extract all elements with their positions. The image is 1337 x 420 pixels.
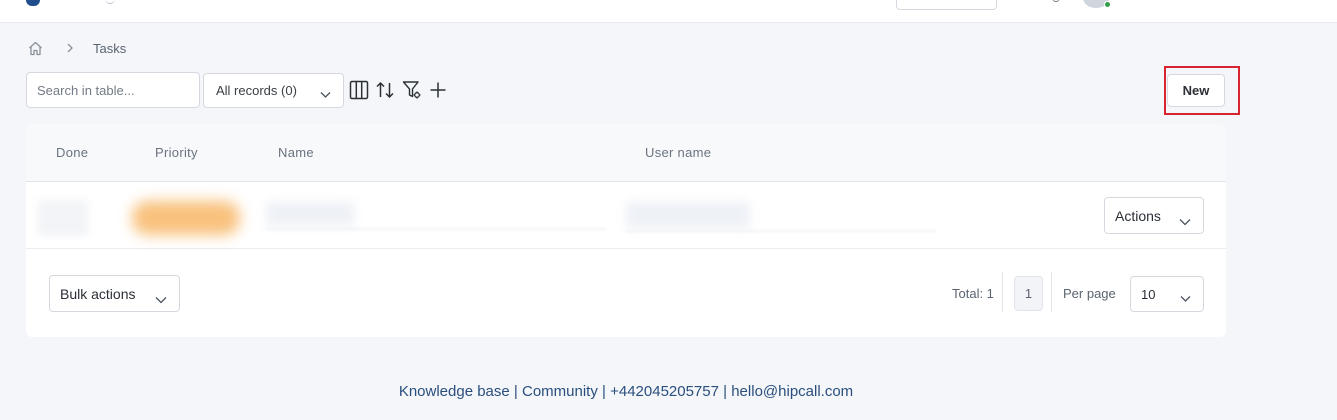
per-page-value: 10: [1141, 286, 1156, 302]
table-row[interactable]: Actions: [26, 182, 1226, 249]
chevron-down-icon: [1179, 213, 1191, 226]
chevron-down-icon: [155, 291, 167, 304]
app-logo[interactable]: [26, 0, 40, 6]
columns-icon[interactable]: [349, 80, 369, 100]
top-bar-button[interactable]: [896, 0, 997, 10]
table-footer: Bulk actions Total: 1 1 Per page 10: [26, 250, 1226, 337]
chevron-right-icon: [65, 42, 75, 54]
chevron-down-icon: [1180, 291, 1191, 302]
page-button-current[interactable]: 1: [1014, 276, 1043, 311]
top-bar-icon[interactable]: [1052, 0, 1060, 2]
column-header-user-name[interactable]: User name: [645, 145, 711, 160]
new-button[interactable]: New: [1167, 74, 1225, 107]
sort-icon[interactable]: [375, 80, 395, 100]
column-header-done[interactable]: Done: [56, 145, 88, 160]
divider: [1051, 272, 1052, 312]
top-bar: [0, 0, 1337, 23]
column-header-name[interactable]: Name: [278, 145, 314, 160]
chevron-down-icon: [320, 87, 331, 98]
per-page-select[interactable]: 10: [1130, 276, 1204, 312]
footer-separator: |: [602, 383, 606, 400]
logo-wordmark-fragment: [105, 0, 115, 4]
knowledge-base-link[interactable]: Knowledge base: [399, 383, 510, 400]
email-link[interactable]: hello@hipcall.com: [731, 383, 853, 400]
home-icon[interactable]: [27, 40, 44, 57]
community-link[interactable]: Community: [522, 383, 598, 400]
done-cell-redacted: [38, 200, 88, 236]
records-filter-value: All records (0): [216, 83, 297, 98]
records-filter-select[interactable]: All records (0): [203, 73, 344, 108]
add-column-icon[interactable]: [428, 80, 448, 100]
breadcrumb: Tasks: [27, 38, 126, 58]
name-cell-redacted-line: [266, 228, 606, 230]
breadcrumb-current: Tasks: [93, 40, 127, 56]
table-header: Done Priority Name User name: [26, 124, 1226, 182]
footer-separator: |: [513, 383, 518, 400]
name-cell-redacted: [266, 202, 354, 226]
priority-badge-redacted: [132, 201, 240, 235]
user-name-cell-redacted-line: [626, 230, 936, 232]
online-status-indicator: [1104, 1, 1111, 8]
row-actions-label: Actions: [1115, 207, 1161, 224]
column-header-priority[interactable]: Priority: [155, 145, 198, 160]
site-footer: Knowledge base | Community | +4420452057…: [0, 383, 1252, 400]
divider: [1002, 272, 1003, 312]
user-name-cell-redacted: [626, 202, 750, 228]
filter-settings-icon[interactable]: [402, 80, 422, 100]
search-input[interactable]: [26, 72, 200, 108]
row-actions-button[interactable]: Actions: [1104, 197, 1204, 234]
per-page-label: Per page: [1063, 286, 1116, 301]
phone-link[interactable]: +442045205757: [610, 383, 719, 400]
bulk-actions-label: Bulk actions: [60, 285, 136, 302]
tasks-table-card: Done Priority Name User name Actions Bul…: [26, 124, 1226, 337]
total-count: Total: 1: [952, 286, 994, 301]
footer-separator: |: [723, 383, 728, 400]
bulk-actions-button[interactable]: Bulk actions: [49, 275, 180, 312]
